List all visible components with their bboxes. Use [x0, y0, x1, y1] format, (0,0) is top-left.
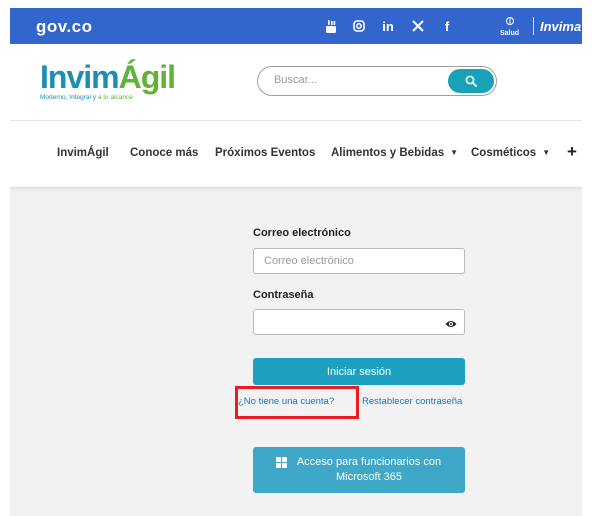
reset-password-link[interactable]: Restablecer contraseña [362, 396, 462, 407]
microsoft-365-login-button[interactable]: Acceso para funcionarios con Microsoft 3… [253, 447, 465, 493]
email-field[interactable] [262, 254, 446, 268]
instagram-icon[interactable] [345, 8, 373, 44]
gov-bar: ɡov.co in f Salud Invima [10, 8, 582, 44]
salud-logo[interactable]: Salud [500, 16, 519, 38]
salud-label: Salud [500, 30, 520, 37]
nav-item-proximos-eventos[interactable]: Próximos Eventos [215, 147, 315, 159]
invimagil-logo[interactable]: InvimÁgil Moderno, Integral y a tu alcan… [40, 59, 176, 101]
divider [533, 17, 534, 35]
x-icon[interactable] [403, 8, 433, 44]
email-label: Correo electrónico [253, 227, 351, 239]
nav-item-alimentos-bebidas[interactable]: Alimentos y Bebidas ▼ [331, 147, 458, 159]
coat-of-arms-icon [505, 17, 514, 25]
caret-down-icon: ▼ [542, 148, 551, 157]
password-field-wrapper [253, 309, 465, 335]
gov-co-logo[interactable]: ɡov.co [36, 17, 93, 37]
invima-logo[interactable]: Invima [540, 19, 581, 34]
site-header: InvimÁgil Moderno, Integral y a tu alcan… [10, 44, 582, 120]
nav-item-label: Alimentos y Bebidas [331, 147, 445, 159]
password-label: Contraseña [253, 289, 314, 301]
linkedin-icon[interactable]: in [373, 8, 403, 44]
nav-item-label: Cosméticos [471, 147, 537, 159]
caret-down-icon: ▼ [450, 148, 459, 157]
password-field[interactable] [262, 315, 446, 329]
nav-item-cosmeticos[interactable]: Cosméticos ▼ [471, 147, 550, 159]
brand-name-part2: Ágil [118, 59, 176, 95]
facebook-icon[interactable]: f [433, 8, 461, 44]
search-box [257, 66, 497, 96]
brand-tagline-blue: Moderno, Integral y [40, 94, 98, 101]
social-links: in f [317, 8, 461, 44]
email-field-wrapper [253, 248, 465, 274]
eye-icon[interactable] [445, 316, 457, 334]
search-button[interactable] [448, 69, 494, 93]
more-menu-plus-icon[interactable]: + [567, 142, 577, 162]
main-nav: InvimÁgil Conoce más Próximos Eventos Al… [10, 121, 582, 187]
nav-item-conoce-mas[interactable]: Conoce más [130, 147, 198, 159]
login-button[interactable]: Iniciar sesión [253, 358, 465, 385]
youtube-icon[interactable] [317, 8, 345, 44]
nav-item-invimagil[interactable]: InvimÁgil [57, 147, 109, 159]
brand-tagline-green: a tu alcance [97, 94, 133, 101]
highlight-box [235, 386, 359, 419]
search-input[interactable] [272, 73, 436, 87]
search-icon [465, 75, 477, 87]
windows-icon [276, 457, 287, 468]
brand-name-part1: Invim [40, 59, 120, 95]
